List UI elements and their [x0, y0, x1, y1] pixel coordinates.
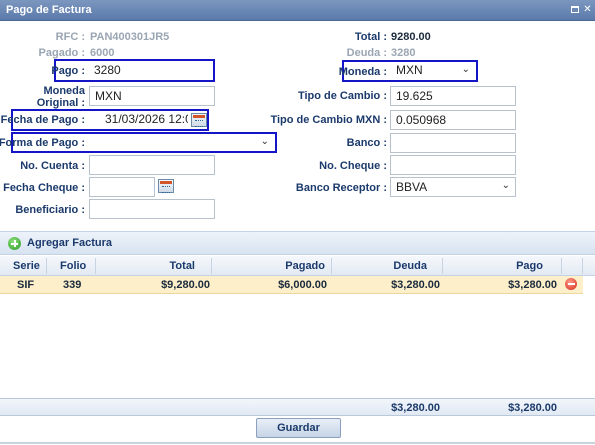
payment-dialog: Pago de Factura ✕ RFC : PAN400301JR5 Tot…	[0, 0, 595, 445]
moneda-original-label-1: Moneda	[43, 85, 85, 97]
beneficiario-label: Beneficiario :	[15, 204, 85, 216]
no-cuenta-label: No. Cuenta :	[20, 160, 85, 172]
cell-deuda: $3,280.00	[391, 279, 440, 291]
title-bar[interactable]: Pago de Factura ✕	[0, 0, 595, 21]
cell-total: $9,280.00	[161, 279, 210, 291]
column-header-total[interactable]: Total	[170, 260, 195, 272]
bottom-divider	[0, 442, 595, 444]
cell-folio: 339	[63, 279, 82, 291]
forma-pago-label: Forma de Pago :	[0, 137, 85, 149]
chevron-down-icon: ⌄	[260, 136, 269, 147]
banco-input[interactable]	[390, 133, 516, 153]
rfc-label: RFC :	[55, 31, 85, 43]
save-button[interactable]: Guardar	[256, 418, 341, 438]
column-header-serie[interactable]: Serie	[13, 260, 40, 272]
no-cheque-label: No. Cheque :	[319, 160, 387, 172]
no-cheque-input[interactable]	[390, 155, 516, 175]
calendar-icon[interactable]	[191, 113, 207, 127]
rfc-value: PAN400301JR5	[90, 31, 170, 43]
tipo-cambio-label: Tipo de Cambio :	[297, 90, 387, 102]
banco-receptor-select[interactable]: BBVA ⌄	[390, 177, 516, 197]
cell-pago[interactable]: $3,280.00	[508, 279, 557, 291]
invoice-grid-header: Serie Folio Total Pagado Deuda Pago	[0, 256, 595, 276]
total-label: Total :	[354, 31, 387, 43]
tipo-cambio-input[interactable]: 19.625	[390, 86, 516, 106]
banco-receptor-select-value: BBVA	[396, 180, 428, 194]
column-header-pagado[interactable]: Pagado	[285, 260, 325, 272]
moneda-label: Moneda :	[338, 66, 387, 78]
add-icon[interactable]	[8, 237, 21, 250]
pagado-value: 6000	[90, 47, 115, 59]
add-invoice-toolbar: Agregar Factura	[0, 231, 595, 255]
fecha-cheque-input[interactable]	[89, 177, 155, 197]
banco-label: Banco :	[346, 137, 387, 149]
pago-input[interactable]: 3280	[89, 61, 212, 80]
restore-icon[interactable]	[570, 4, 581, 15]
footer-pago-total: $3,280.00	[508, 402, 557, 414]
tipo-cambio-mxn-input[interactable]: 0.050968	[390, 110, 516, 130]
total-value: 9280.00	[391, 31, 431, 43]
close-icon[interactable]: ✕	[582, 4, 593, 15]
forma-pago-select[interactable]: ⌄	[91, 134, 274, 151]
cell-serie: SIF	[17, 279, 35, 291]
dialog-title: Pago de Factura	[6, 4, 92, 16]
remove-icon[interactable]	[565, 278, 577, 290]
moneda-original-label-2: Original :	[36, 97, 85, 109]
add-invoice-button[interactable]: Agregar Factura	[27, 237, 112, 249]
footer-deuda-total: $3,280.00	[391, 402, 440, 414]
table-row[interactable]: SIF 339 $9,280.00 $6,000.00 $3,280.00 $3…	[0, 276, 583, 294]
banco-receptor-label: Banco Receptor :	[295, 182, 387, 194]
moneda-select-value: MXN	[396, 63, 423, 77]
deuda-value: 3280	[391, 47, 416, 59]
moneda-original-input[interactable]: MXN	[89, 86, 215, 106]
column-header-folio[interactable]: Folio	[60, 260, 86, 272]
beneficiario-input[interactable]	[89, 199, 215, 219]
column-header-deuda[interactable]: Deuda	[393, 260, 427, 272]
cell-pagado: $6,000.00	[278, 279, 327, 291]
calendar-icon[interactable]	[158, 179, 174, 193]
deuda-label: Deuda :	[346, 47, 387, 59]
pago-label: Pago :	[51, 65, 85, 77]
no-cuenta-input[interactable]	[89, 155, 215, 175]
fecha-cheque-label: Fecha Cheque :	[3, 182, 85, 194]
chevron-down-icon: ⌄	[501, 180, 510, 191]
pagado-label: Pagado :	[38, 47, 85, 59]
chevron-down-icon: ⌄	[461, 64, 470, 75]
column-header-pago[interactable]: Pago	[516, 260, 543, 272]
invoice-grid-body	[0, 294, 595, 397]
moneda-select[interactable]: MXN ⌄	[391, 62, 475, 80]
tipo-cambio-mxn-label: Tipo de Cambio MXN :	[270, 114, 387, 126]
fecha-pago-input[interactable]: 31/03/2026 12:00	[91, 111, 188, 129]
invoice-grid-footer: $3,280.00 $3,280.00	[0, 398, 595, 416]
fecha-pago-label: Fecha de Pago :	[0, 114, 85, 126]
